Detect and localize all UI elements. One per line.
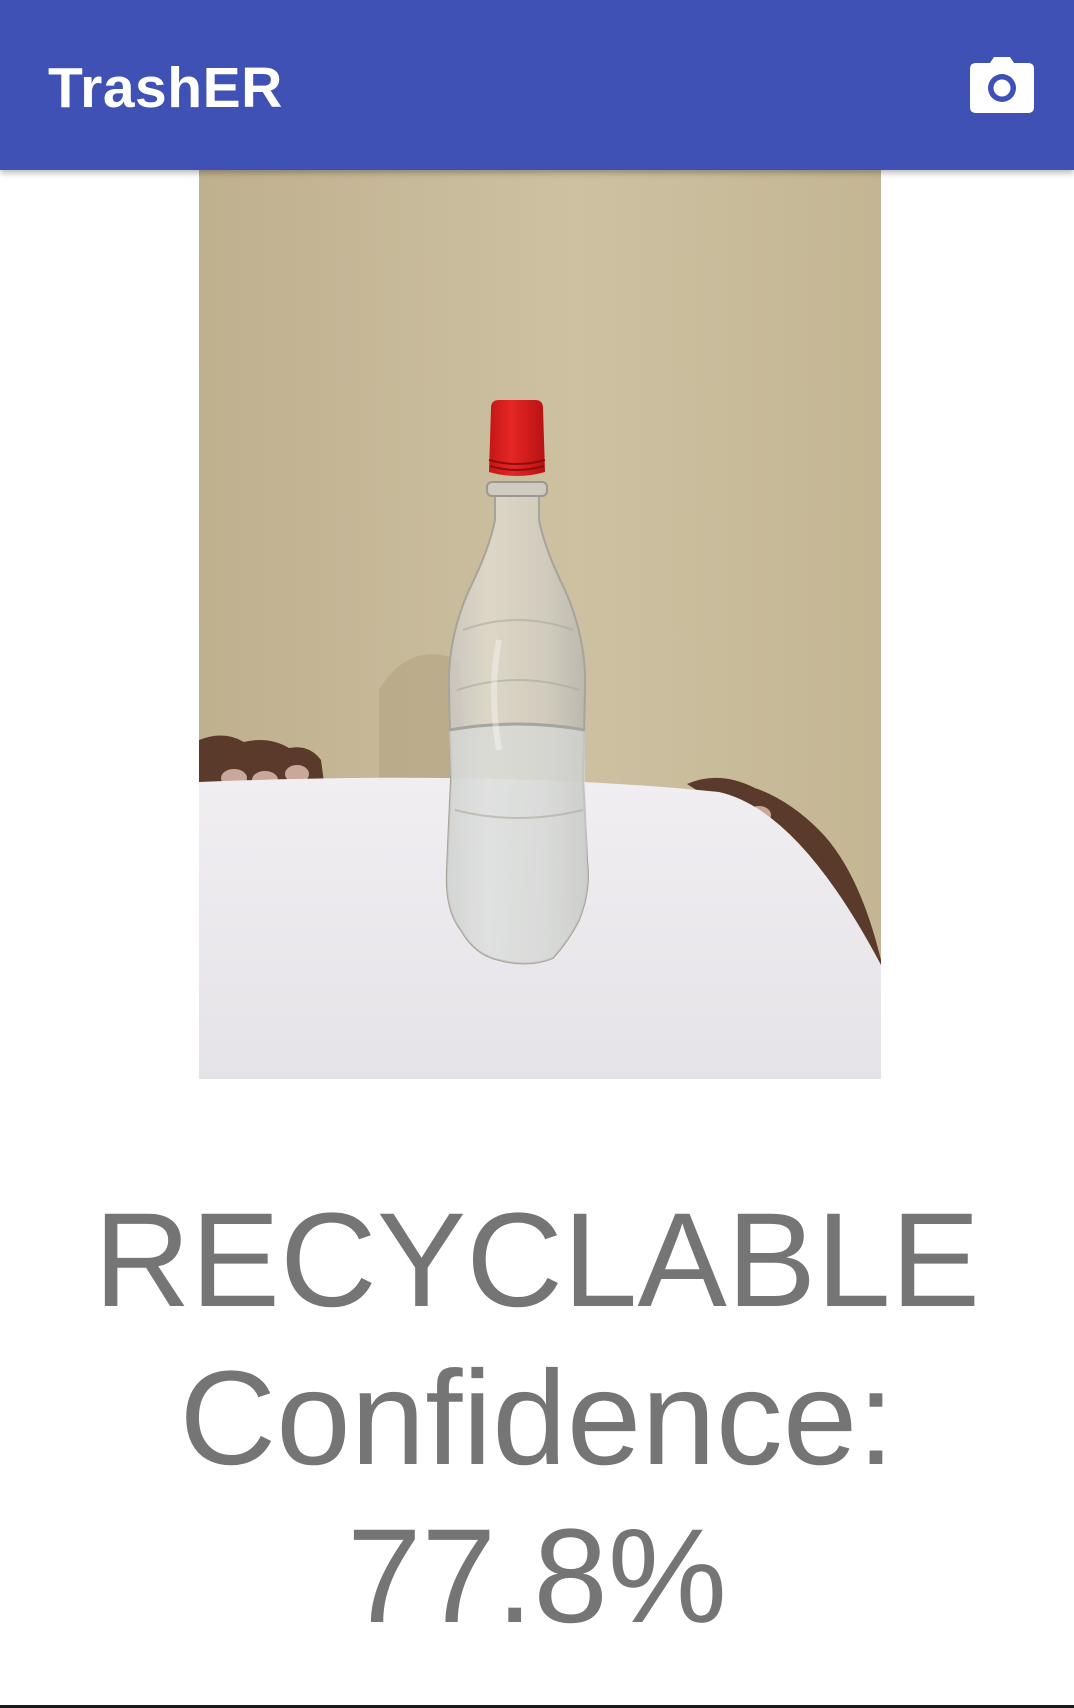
app-bar: TrashER [0, 0, 1074, 170]
captured-photo [199, 170, 881, 1079]
app-title: TrashER [48, 56, 283, 120]
classification-label: RECYCLABLE [93, 1186, 981, 1335]
confidence-label: Confidence: [179, 1344, 895, 1493]
camera-button[interactable] [966, 50, 1038, 120]
camera-icon [970, 57, 1034, 113]
confidence-value: 77.8% [347, 1502, 727, 1651]
classification-result: RECYCLABLE Confidence: 77.8% [0, 1182, 1074, 1656]
